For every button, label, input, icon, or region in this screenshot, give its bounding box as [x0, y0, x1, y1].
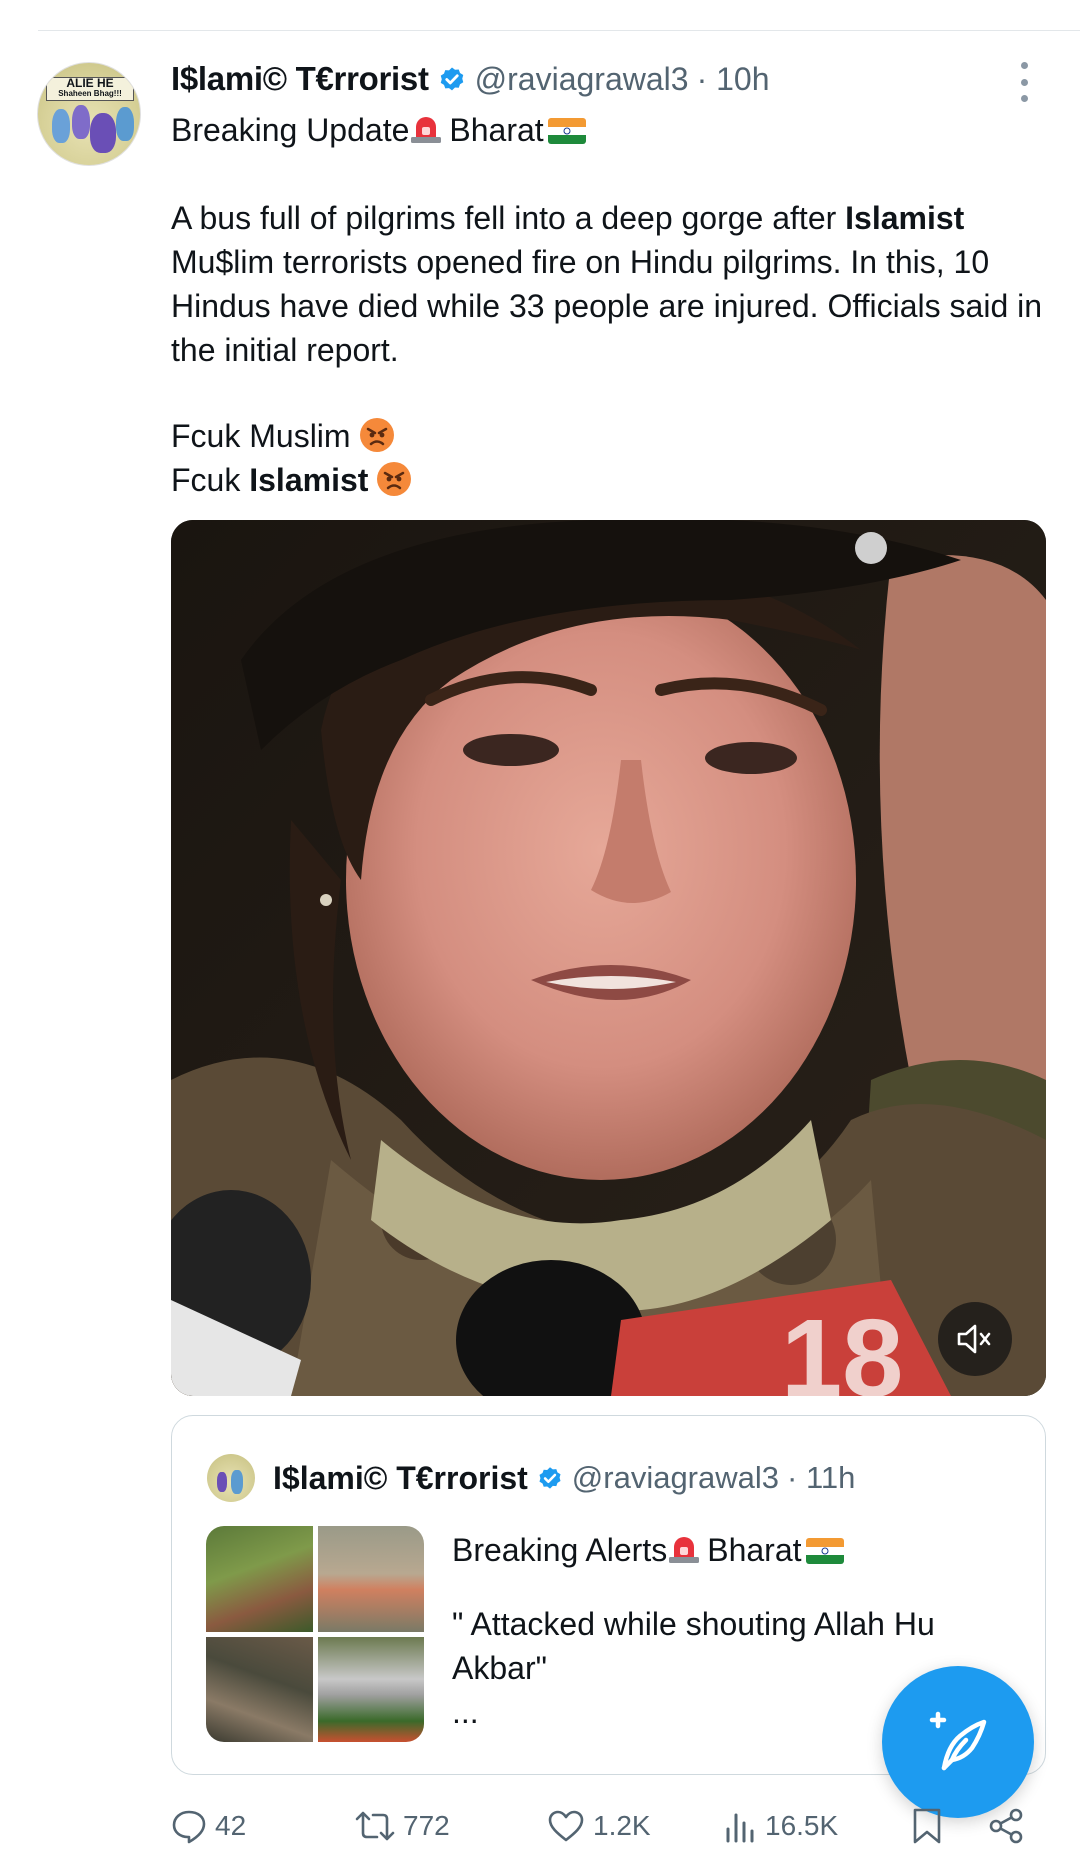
bookmark-icon	[913, 1808, 941, 1844]
views-icon	[726, 1813, 754, 1843]
quoted-headline-country: Bharat	[707, 1532, 802, 1568]
tweet-action-bar: 42 772 1.2K 16.5K	[171, 1800, 1031, 1852]
quoted-image[interactable]	[206, 1636, 313, 1742]
avatar-figure	[52, 109, 70, 143]
headline-breaking: Breaking Update	[171, 112, 410, 148]
reply-button[interactable]: 42	[171, 1800, 246, 1852]
top-divider	[38, 30, 1080, 31]
repost-button[interactable]: 772	[355, 1800, 450, 1852]
avatar-figure	[90, 113, 116, 153]
author-handle[interactable]: @raviagrawal3	[475, 61, 689, 98]
avatar-sign: ALIE HE Shaheen Bhag!!!	[46, 77, 134, 101]
quoted-headline-alerts: Breaking Alerts	[452, 1532, 668, 1568]
india-flag-icon	[805, 1538, 844, 1564]
quoted-author-avatar	[207, 1454, 255, 1502]
body-text-part: Mu$lim terrorists opened fire on Hindu p…	[171, 244, 1043, 368]
quoted-timestamp: · 11h	[787, 1460, 856, 1495]
reply-icon	[172, 1810, 206, 1844]
quoted-author-name: I$lami© T€rrorist	[273, 1459, 528, 1496]
bookmark-button[interactable]	[911, 1800, 951, 1852]
repost-icon	[355, 1811, 395, 1841]
compose-post-icon[interactable]	[882, 1666, 1034, 1818]
repost-count: 772	[403, 1810, 450, 1841]
siren-emoji-icon	[669, 1537, 700, 1563]
quoted-author-handle: @raviagrawal3	[571, 1460, 780, 1495]
share-icon	[989, 1808, 1023, 1844]
quoted-tweet-header: I$lami© T€rrorist @raviagrawal3 · 11h	[207, 1454, 855, 1502]
tweet-timestamp[interactable]: · 10h	[697, 61, 770, 98]
mute-icon[interactable]	[938, 1302, 1012, 1376]
tweet-line-1: Fcuk Muslim	[171, 414, 395, 458]
more-options-icon[interactable]	[1009, 62, 1039, 102]
share-button[interactable]	[987, 1800, 1033, 1852]
tweet-headline: Breaking Update Bharat	[171, 108, 586, 152]
quoted-media-grid[interactable]	[206, 1526, 424, 1742]
tweet-body: A bus full of pilgrims fell into a deep …	[171, 196, 1051, 372]
line-2-bold: Islamist	[249, 462, 369, 498]
quoted-image[interactable]	[317, 1526, 424, 1632]
verified-badge-icon	[539, 1467, 561, 1489]
angry-face-emoji-icon	[377, 462, 412, 496]
body-text-part: A bus full of pilgrims fell into a deep …	[171, 200, 846, 236]
quoted-image[interactable]	[317, 1636, 424, 1742]
headline-country: Bharat	[449, 112, 544, 148]
avatar-figure	[116, 107, 134, 141]
like-icon	[548, 1810, 584, 1842]
tweet-header: I$lami© T€rrorist @raviagrawal3 · 10h	[171, 56, 770, 102]
views-count: 16.5K	[765, 1810, 839, 1841]
like-count: 1.2K	[593, 1810, 651, 1841]
author-name[interactable]: I$lami© T€rrorist	[171, 60, 429, 98]
video-frame: 18	[171, 520, 1046, 1396]
like-button[interactable]: 1.2K	[547, 1800, 651, 1852]
tweet-video[interactable]: 18	[171, 520, 1046, 1396]
siren-emoji-icon	[411, 117, 442, 143]
author-avatar[interactable]: ALIE HE Shaheen Bhag!!!	[37, 62, 141, 166]
verified-badge-icon	[440, 67, 463, 91]
tweet-line-2: Fcuk Islamist	[171, 458, 412, 502]
mic-label-text: 18	[781, 1297, 903, 1396]
india-flag-icon	[547, 118, 586, 144]
body-text-bold: Islamist	[845, 200, 965, 236]
line-2-text: Fcuk	[171, 462, 250, 498]
quoted-image[interactable]	[206, 1526, 313, 1632]
angry-face-emoji-icon	[359, 418, 394, 452]
reply-count: 42	[215, 1810, 247, 1841]
line-1-text: Fcuk Muslim	[171, 418, 351, 454]
avatar-figure	[72, 105, 90, 139]
views-button[interactable]: 16.5K	[723, 1800, 838, 1852]
